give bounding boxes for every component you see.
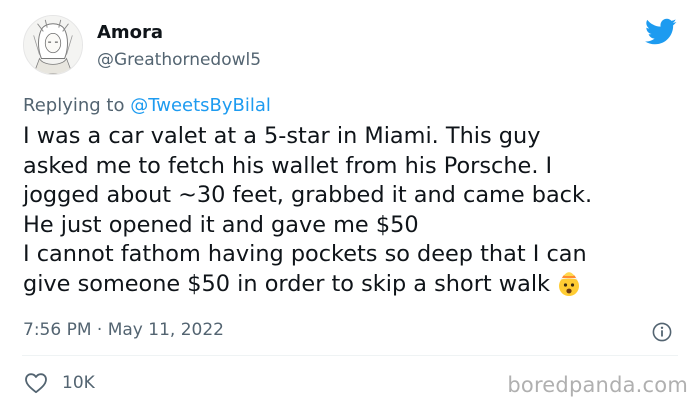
tweet-text-line: I was a car valet at a 5-star in Miami. … bbox=[23, 123, 541, 149]
tweet-text-line: jogged about ~30 feet, grabbed it and ca… bbox=[23, 182, 593, 208]
replying-to-label: Replying to bbox=[23, 95, 125, 116]
tweet-timestamp[interactable]: 7:56 PM · May 11, 2022 bbox=[23, 320, 224, 340]
tweet-text-line: asked me to fetch his wallet from his Po… bbox=[23, 152, 553, 179]
replying-to: Replying to @TweetsByBilal bbox=[23, 95, 271, 116]
user-handle[interactable]: @Greathornedowl5 bbox=[97, 50, 261, 70]
like-button[interactable]: 10K bbox=[24, 372, 95, 394]
reply-mention-link[interactable]: @TweetsByBilal bbox=[130, 95, 271, 116]
watermark: boredpanda.com bbox=[507, 373, 688, 397]
display-name[interactable]: Amora bbox=[97, 22, 163, 43]
info-icon[interactable] bbox=[652, 322, 672, 342]
exploding-head-emoji bbox=[559, 271, 580, 296]
tweet-text-line: give someone $50 in order to skip a shor… bbox=[23, 270, 551, 297]
tweet-text-line: I cannot fathom having pockets so deep t… bbox=[23, 241, 587, 267]
tweet-text-line: He just opened it and gave me $50 bbox=[23, 211, 419, 238]
tweet-text-line-last: give someone $50 in order to skip a shor… bbox=[23, 270, 693, 300]
divider bbox=[22, 355, 678, 356]
heart-icon[interactable] bbox=[24, 372, 48, 394]
avatar[interactable] bbox=[23, 15, 83, 75]
avatar-illustration bbox=[24, 16, 82, 74]
tweet-text: I was a car valet at a 5-star in Miami. … bbox=[23, 122, 693, 299]
like-count: 10K bbox=[62, 373, 95, 393]
twitter-bird-icon[interactable] bbox=[645, 18, 677, 46]
tweet-card: Amora @Greathornedowl5 Replying to @Twee… bbox=[0, 0, 700, 410]
